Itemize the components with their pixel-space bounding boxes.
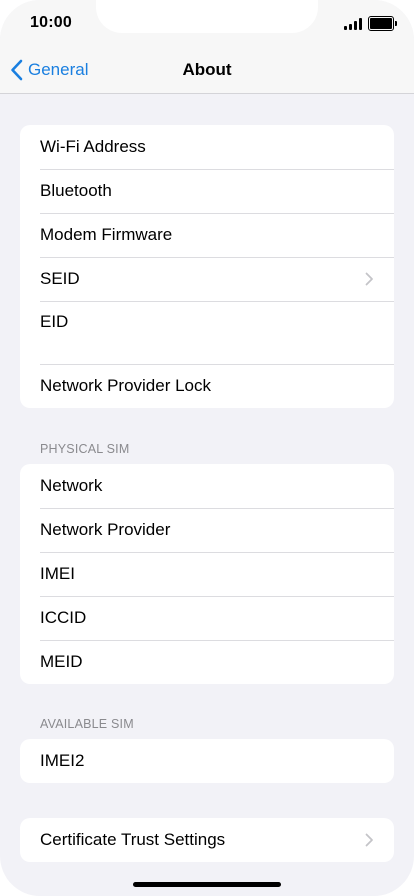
list-item-seid[interactable]: SEID (20, 257, 394, 301)
list-item-meid[interactable]: MEID (20, 640, 394, 684)
settings-list: Wi-Fi Address Bluetooth Modem Firmware S… (0, 94, 414, 896)
battery-icon (368, 16, 397, 31)
row-label: Network Provider (40, 520, 171, 539)
row-label: SEID (40, 269, 80, 288)
row-label: Bluetooth (40, 181, 112, 200)
certificates-group: Certificate Trust Settings (20, 818, 394, 862)
notch (96, 0, 318, 33)
row-label: IMEI2 (40, 751, 85, 770)
list-item-certificate-trust-settings[interactable]: Certificate Trust Settings (20, 818, 394, 862)
signal-icon (344, 17, 362, 30)
list-item-eid[interactable]: EID (20, 301, 394, 364)
row-label: Network (40, 476, 103, 495)
list-item-network-provider-lock[interactable]: Network Provider Lock (20, 364, 394, 408)
chevron-right-icon (365, 833, 373, 847)
chevron-right-icon (365, 272, 373, 286)
row-label: EID (40, 312, 69, 331)
phone-screen: 10:00 General About Wi-Fi Address Blueto… (0, 0, 414, 896)
nav-bar: General About (0, 48, 414, 94)
list-item-imei[interactable]: IMEI (20, 552, 394, 596)
row-label: MEID (40, 652, 83, 671)
list-item-imei2[interactable]: IMEI2 (20, 739, 394, 783)
list-item-network[interactable]: Network (20, 464, 394, 508)
list-item-modem-firmware[interactable]: Modem Firmware (20, 213, 394, 257)
row-label: Certificate Trust Settings (40, 830, 226, 849)
status-icons (344, 16, 397, 31)
physical-sim-group: Network Network Provider IMEI ICCID MEID (20, 464, 394, 684)
row-label: ICCID (40, 608, 87, 627)
list-item-bluetooth[interactable]: Bluetooth (20, 169, 394, 213)
page-title: About (182, 60, 232, 79)
section-header-available-sim: AVAILABLE SIM (40, 717, 134, 731)
list-item-iccid[interactable]: ICCID (20, 596, 394, 640)
status-time: 10:00 (30, 14, 72, 31)
row-label: Modem Firmware (40, 225, 173, 244)
about-main-group: Wi-Fi Address Bluetooth Modem Firmware S… (20, 125, 394, 408)
list-item-network-provider[interactable]: Network Provider (20, 508, 394, 552)
home-indicator[interactable] (133, 882, 281, 887)
section-header-physical-sim: PHYSICAL SIM (40, 442, 130, 456)
status-bar: 10:00 (0, 0, 414, 48)
row-label: Network Provider Lock (40, 376, 212, 395)
list-item-wifi-address[interactable]: Wi-Fi Address (20, 125, 394, 169)
row-label: IMEI (40, 564, 75, 583)
row-label: Wi-Fi Address (40, 137, 146, 156)
available-sim-group: IMEI2 (20, 739, 394, 783)
